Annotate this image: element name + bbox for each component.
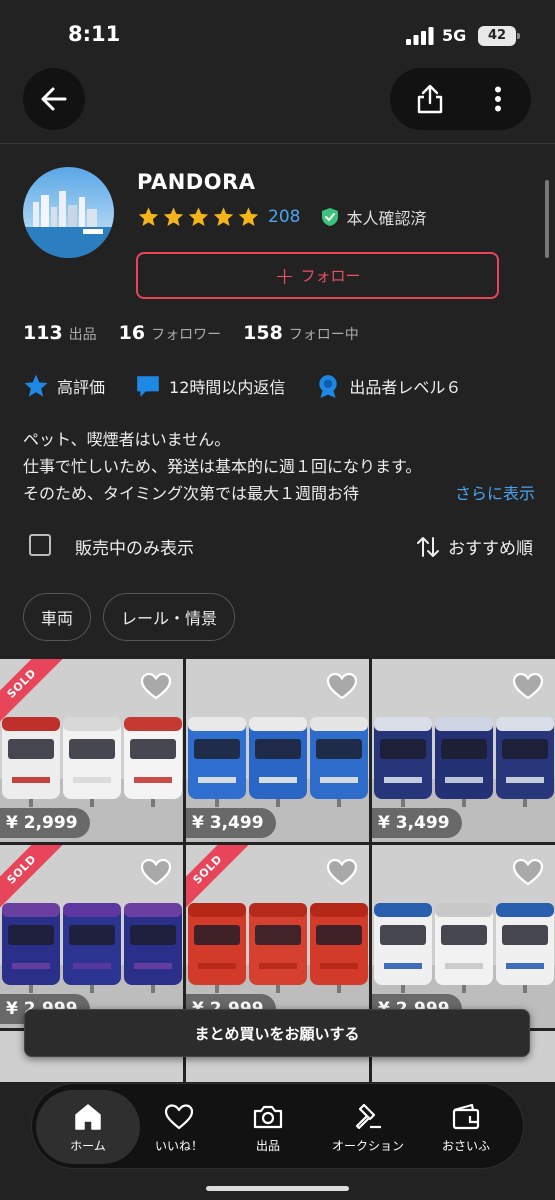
badge-seller-level: 出品者レベル６ (315, 373, 461, 399)
like-heart-icon[interactable] (511, 857, 545, 887)
badge-label: 出品者レベル６ (349, 378, 462, 397)
sort-button[interactable]: おすすめ順 (416, 534, 533, 559)
filter-row: 販売中のみ表示 おすすめ順 (23, 530, 533, 562)
sort-label: おすすめ順 (448, 539, 533, 559)
category-chips: 車両 レール・情景 (23, 593, 247, 641)
like-heart-icon[interactable] (139, 671, 173, 701)
medal-icon (319, 375, 338, 398)
product-card[interactable]: ¥ 3,499 (186, 659, 369, 842)
chip-vehicles[interactable]: 車両 (23, 593, 92, 641)
listing-label[interactable]: 出品 (69, 324, 97, 344)
star-icon (24, 374, 48, 397)
battery-icon: 42 (478, 26, 520, 46)
network-label: 5G (442, 26, 467, 45)
star-icon (213, 207, 234, 226)
status-time: 8:11 (68, 22, 121, 46)
top-nav (0, 62, 555, 142)
badge-high-rating: 高評価 (23, 373, 105, 399)
bio-line-text: そのため、タイミング次第では最大１週間お待 (23, 484, 360, 503)
seller-badges: 高評価 12時間以内返信 出品者レベル６ (23, 372, 491, 400)
tab-label: 出品 (255, 1138, 280, 1153)
heart-icon (164, 1103, 194, 1129)
tab-auction[interactable]: オークション (319, 1090, 417, 1164)
nav-actions (390, 68, 531, 130)
on-sale-only-checkbox[interactable] (29, 534, 51, 556)
share-button[interactable] (400, 68, 460, 130)
like-heart-icon[interactable] (325, 857, 359, 887)
listing-count[interactable]: 113 (23, 322, 63, 344)
tab-label: いいね！ (154, 1138, 203, 1153)
bio-line: そのため、タイミング次第では最大１週間お待 さらに表示 (23, 480, 535, 507)
product-price: ¥ 3,499 (186, 808, 276, 838)
header-divider (0, 143, 555, 144)
following-count[interactable]: 158 (243, 322, 283, 344)
tab-label: オークション (331, 1138, 404, 1153)
tab-likes[interactable]: いいね！ (130, 1090, 228, 1164)
following-label[interactable]: フォロー中 (289, 324, 359, 344)
follow-button[interactable]: + フォロー (136, 252, 499, 299)
bulk-buy-request-button[interactable]: まとめ買いをお願いする (24, 1009, 530, 1057)
stats-row: 113 出品 16 フォロワー 158 フォロー中 (23, 322, 381, 344)
tab-wallet[interactable]: おさいふ (417, 1090, 515, 1164)
scrollbar[interactable] (545, 180, 549, 258)
badge-fast-reply: 12時間以内返信 (135, 373, 285, 399)
avatar[interactable] (23, 167, 114, 258)
badge-label: 高評価 (57, 378, 106, 397)
star-icon (163, 207, 184, 226)
rating-row[interactable]: 208 本人確認済 (137, 205, 426, 229)
chip-rails-scenery[interactable]: レール・情景 (103, 593, 236, 641)
follower-label[interactable]: フォロワー (151, 324, 221, 344)
like-heart-icon[interactable] (511, 671, 545, 701)
product-card[interactable]: ¥ 2,999 (372, 845, 555, 1028)
tab-home[interactable]: ホーム (36, 1090, 140, 1164)
home-indicator (206, 1186, 349, 1191)
follower-count[interactable]: 16 (119, 322, 145, 344)
plus-icon: + (274, 261, 295, 290)
star-icon (188, 207, 209, 226)
gavel-icon (355, 1103, 381, 1129)
bio-line: ペット、喫煙者はいません。 (23, 430, 231, 449)
star-icon (238, 207, 259, 226)
tab-label: おさいふ (441, 1138, 490, 1153)
wallet-icon (452, 1103, 480, 1129)
bottom-tab-bar: ホーム いいね！ 出品 オークション おさいふ (31, 1083, 524, 1169)
shield-check-icon (322, 208, 339, 226)
product-card[interactable]: SOLD¥ 2,999 (186, 845, 369, 1028)
badge-label: 12時間以内返信 (169, 378, 286, 397)
signal-icon (406, 27, 434, 45)
verified-label: 本人確認済 (346, 209, 427, 228)
shop-name: PANDORA (137, 170, 256, 194)
bio-line: 仕事で忙しいため、発送は基本的に週１回になります。 (23, 457, 422, 476)
status-bar: 8:11 5G 42 (0, 0, 555, 62)
share-icon (417, 84, 443, 114)
product-card[interactable]: ¥ 3,499 (372, 659, 555, 842)
on-sale-only-label[interactable]: 販売中のみ表示 (75, 534, 194, 559)
tab-sell[interactable]: 出品 (219, 1090, 317, 1164)
more-vertical-icon (494, 86, 501, 112)
rating-stars (137, 206, 262, 228)
review-count[interactable]: 208 (268, 207, 300, 227)
more-button[interactable] (470, 68, 525, 130)
product-price: ¥ 3,499 (372, 808, 462, 838)
camera-icon (253, 1105, 283, 1128)
home-icon (75, 1103, 101, 1130)
sort-icon (417, 536, 439, 557)
product-card[interactable]: SOLD¥ 2,999 (0, 845, 183, 1028)
product-price: ¥ 2,999 (0, 808, 90, 838)
shop-bio: ペット、喫煙者はいません。 仕事で忙しいため、発送は基本的に週１回になります。 … (23, 426, 535, 507)
arrow-left-icon (41, 87, 67, 111)
follow-label: フォロー (300, 267, 361, 285)
back-button[interactable] (23, 68, 85, 130)
tab-label: ホーム (70, 1138, 106, 1153)
chat-icon (137, 376, 159, 397)
like-heart-icon[interactable] (139, 857, 173, 887)
product-card[interactable]: SOLD¥ 2,999 (0, 659, 183, 842)
like-heart-icon[interactable] (325, 671, 359, 701)
star-icon (138, 207, 159, 226)
show-more-link[interactable]: さらに表示 (432, 480, 535, 507)
